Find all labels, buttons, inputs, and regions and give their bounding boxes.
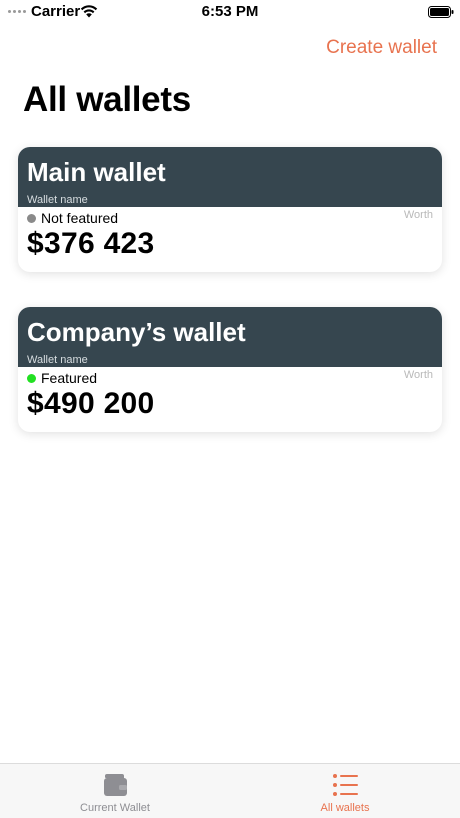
wallet-card[interactable]: Company’s wallet Wallet name Worth Featu… bbox=[18, 307, 442, 432]
featured-status: Featured bbox=[27, 370, 97, 386]
featured-status-label: Featured bbox=[41, 370, 98, 386]
wallet-name-label: Wallet name bbox=[27, 194, 88, 206]
create-wallet-button[interactable]: Create wallet bbox=[326, 37, 437, 59]
screen: Carrier 6:53 PM Create wallet All wallet… bbox=[0, 0, 460, 818]
tab-label: Current Wallet bbox=[80, 802, 150, 814]
featured-status-label: Not featured bbox=[41, 210, 119, 226]
wallet-name: Company’s wallet bbox=[27, 317, 246, 347]
wallet-amount: $376 423 bbox=[27, 227, 155, 260]
tab-all-wallets[interactable]: All wallets bbox=[230, 764, 460, 818]
wallet-amount: $490 200 bbox=[27, 387, 155, 420]
status-bar: Carrier 6:53 PM bbox=[0, 0, 460, 24]
wallet-card-header: Company’s wallet Wallet name bbox=[18, 307, 442, 367]
featured-status: Not featured bbox=[27, 210, 118, 226]
wallet-card[interactable]: Main wallet Wallet name Worth Not featur… bbox=[18, 147, 442, 272]
worth-label: Worth bbox=[403, 209, 433, 221]
tab-current-wallet[interactable]: Current Wallet bbox=[0, 764, 230, 818]
page-title: All wallets bbox=[23, 80, 191, 119]
status-dot-icon bbox=[27, 373, 36, 383]
status-dot-icon bbox=[27, 213, 36, 223]
clock: 6:53 PM bbox=[201, 3, 259, 20]
wallet-card-header: Main wallet Wallet name bbox=[18, 147, 442, 207]
wallet-icon bbox=[104, 774, 127, 796]
battery-icon bbox=[428, 6, 454, 18]
tab-bar: Current Wallet All wallets bbox=[0, 763, 460, 818]
wallet-name: Main wallet bbox=[27, 157, 166, 187]
wallet-name-label: Wallet name bbox=[27, 354, 88, 366]
list-icon bbox=[333, 774, 358, 796]
worth-label: Worth bbox=[403, 369, 433, 381]
tab-label: All wallets bbox=[320, 802, 370, 814]
